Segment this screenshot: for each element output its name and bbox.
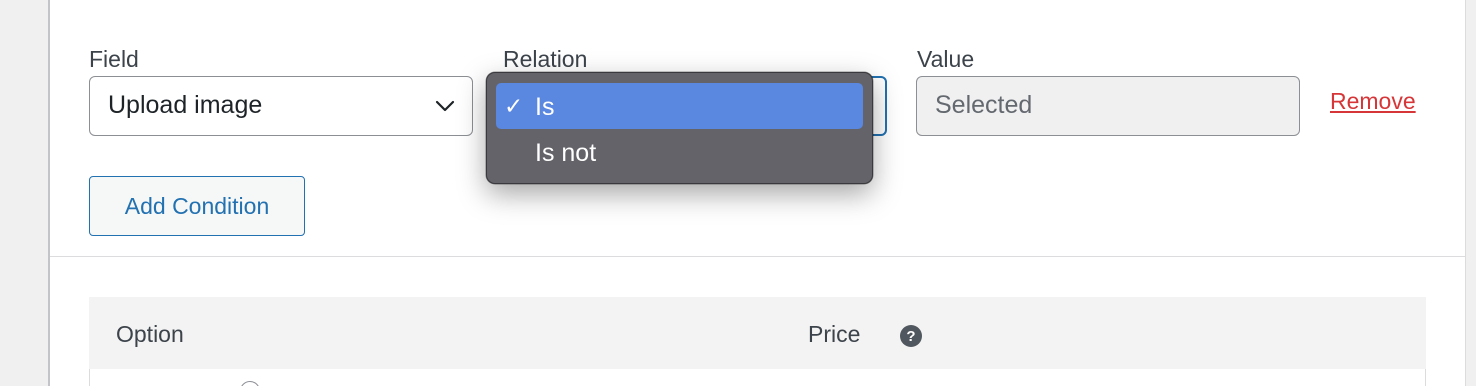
relation-option-label: Is (535, 93, 555, 121)
column-header-price: Price (808, 321, 861, 347)
value-field-text: Selected (935, 91, 1033, 119)
relation-option-is[interactable]: ✓ Is (496, 83, 863, 129)
left-gutter (0, 0, 48, 386)
relation-option-label: Is not (535, 139, 597, 167)
question-circle-icon[interactable]: ? (900, 325, 922, 347)
conditional-logic-panel: Field Upload image Relation Value Select… (0, 0, 1476, 386)
relation-option-is-not[interactable]: Is not (496, 129, 863, 175)
field-select-value: Upload image (108, 91, 263, 119)
relation-dropdown-menu: ✓ Is Is not (486, 72, 873, 184)
section-divider (50, 256, 1465, 257)
relation-label: Relation (503, 46, 588, 72)
add-condition-button[interactable]: Add Condition (89, 176, 305, 236)
value-field[interactable]: Selected (916, 76, 1300, 136)
field-label: Field (89, 46, 139, 72)
chevron-down-icon (435, 100, 455, 112)
value-label: Value (917, 46, 975, 72)
options-table-header: Option Price ? (89, 297, 1426, 369)
field-select[interactable]: Upload image (89, 76, 473, 136)
checkmark-icon: ✓ (504, 93, 524, 119)
table-row (89, 369, 1426, 386)
remove-link[interactable]: Remove (1330, 88, 1416, 115)
option-radio[interactable] (240, 381, 260, 386)
column-header-option: Option (116, 321, 184, 347)
right-gutter (1466, 0, 1476, 386)
